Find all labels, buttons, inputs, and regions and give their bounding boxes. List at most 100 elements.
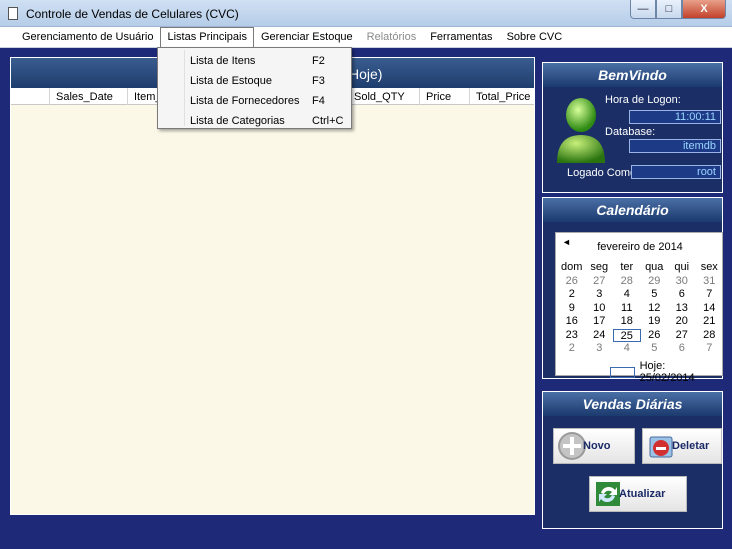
calendar-day[interactable]: 28	[613, 275, 641, 289]
logon-time-label: Hora de Logon:	[605, 94, 681, 106]
dropdown-item-shortcut: F2	[312, 55, 325, 67]
calendar-day-spacer	[723, 275, 732, 289]
daily-sales-title: Vendas Diárias	[543, 392, 722, 416]
dropdown-item-label: Lista de Estoque	[190, 75, 272, 87]
calendar-day[interactable]: 18	[613, 315, 641, 329]
calendar-day[interactable]: 5	[641, 288, 669, 302]
calendar-day[interactable]: 29	[641, 275, 669, 289]
calendar-day-spacer	[723, 329, 732, 343]
menu-user-management[interactable]: Gerenciamento de Usuário	[15, 27, 160, 47]
column-header-total-price[interactable]: Total_Price	[469, 88, 534, 105]
database-value: itemdb	[629, 139, 721, 153]
calendar-day-grid: dom seg ter qua qui sex 26 27 28 29 30 3…	[558, 261, 732, 356]
dropdown-item-shortcut: F3	[312, 75, 325, 87]
calendar-day[interactable]: 13	[668, 302, 696, 316]
calendar-day[interactable]: 21	[696, 315, 724, 329]
logon-time-value: 11:00:11	[629, 110, 721, 124]
row-header-column[interactable]	[11, 88, 49, 105]
app-icon	[8, 7, 18, 20]
menu-main-lists[interactable]: Listas Principais	[160, 27, 254, 47]
menu-manage-stock[interactable]: Gerenciar Estoque	[254, 27, 360, 47]
dropdown-item-suppliers[interactable]: Lista de Fornecedores F4	[158, 91, 351, 111]
calendar-day[interactable]: 12	[641, 302, 669, 316]
calendar-day[interactable]: 4	[613, 342, 641, 356]
calendar-day[interactable]: 14	[696, 302, 724, 316]
weekday-header: qui	[674, 261, 690, 273]
month-calendar: ◄ fevereiro de 2014 dom seg ter qua qui …	[555, 232, 724, 384]
calendar-day[interactable]: 9	[558, 302, 586, 316]
calendar-day[interactable]: 6	[668, 288, 696, 302]
calendar-day[interactable]: 16	[558, 315, 586, 329]
column-header-price[interactable]: Price	[419, 88, 469, 105]
calendar-day-spacer	[723, 342, 732, 356]
weekday-header: ter	[620, 261, 634, 273]
weekday-header-spacer	[723, 261, 732, 275]
calendar-day[interactable]: 19	[641, 315, 669, 329]
menu-about[interactable]: Sobre CVC	[500, 27, 570, 47]
calendar-day[interactable]: 31	[696, 275, 724, 289]
close-button[interactable]: X	[682, 0, 726, 19]
dropdown-item-label: Lista de Fornecedores	[190, 95, 300, 107]
delete-button-label: Deletar	[672, 440, 710, 452]
main-lists-dropdown: Lista de Itens F2 Lista de Estoque F3 Li…	[157, 47, 352, 129]
column-header-sales-date[interactable]: Sales_Date	[49, 88, 127, 105]
dropdown-item-categories[interactable]: Lista de Categorias Ctrl+C	[158, 111, 351, 131]
calendar-day[interactable]: 20	[668, 315, 696, 329]
refresh-button[interactable]: Atualizar	[589, 476, 687, 512]
calendar-day[interactable]: 30	[668, 275, 696, 289]
calendar-day[interactable]: 26	[558, 275, 586, 289]
column-header-item[interactable]: Item_	[127, 88, 162, 105]
calendar-day[interactable]: 4	[613, 288, 641, 302]
calendar-panel: Calendário ◄ fevereiro de 2014 dom seg t…	[542, 197, 724, 384]
weekday-header: qua	[645, 261, 664, 273]
calendar-day[interactable]: 7	[696, 342, 724, 356]
window-title: Controle de Vendas de Celulares (CVC)	[26, 7, 239, 21]
calendar-day-spacer	[723, 302, 732, 316]
menu-reports[interactable]: Relatórios	[360, 27, 424, 47]
calendar-today-label: Hoje: 25/02/2014	[639, 360, 695, 384]
calendar-day[interactable]: 26	[641, 329, 669, 343]
window-controls: — □ X	[630, 0, 726, 20]
calendar-day[interactable]: 28	[696, 329, 724, 343]
new-button[interactable]: Novo	[553, 428, 635, 464]
weekday-header: sex	[700, 261, 718, 273]
new-button-label: Novo	[583, 440, 611, 452]
calendar-day[interactable]: 23	[558, 329, 586, 343]
calendar-day[interactable]: 2	[558, 288, 586, 302]
dropdown-item-items[interactable]: Lista de Itens F2	[158, 51, 351, 71]
weekday-header: dom	[561, 261, 583, 273]
dropdown-item-label: Lista de Itens	[190, 55, 256, 67]
daily-sales-panel: Vendas Diárias Novo Deletar Atualizar	[542, 391, 723, 529]
logged-as-label: Logado Como:	[567, 167, 640, 179]
calendar-day[interactable]: 27	[668, 329, 696, 343]
calendar-day-today[interactable]: 25	[613, 328, 641, 342]
calendar-month-label[interactable]: fevereiro de 2014	[556, 241, 724, 253]
minimize-button[interactable]: —	[630, 0, 656, 19]
user-avatar-icon	[557, 98, 605, 163]
calendar-day[interactable]: 11	[613, 302, 641, 316]
calendar-day-spacer	[723, 288, 732, 302]
today-marker-icon	[610, 366, 635, 378]
welcome-panel: BemVindo Hora de Logon: 11:00:11 Databas…	[542, 62, 723, 193]
calendar-day[interactable]: 5	[641, 342, 669, 356]
dropdown-item-stock[interactable]: Lista de Estoque F3	[158, 71, 351, 91]
calendar-day[interactable]: 24	[586, 329, 614, 343]
calendar-today-link[interactable]: Hoje: 25/02/2014	[610, 360, 722, 384]
calendar-title: Calendário	[543, 198, 722, 222]
calendar-day[interactable]: 3	[586, 342, 614, 356]
title-bar: Controle de Vendas de Celulares (CVC) — …	[0, 0, 732, 27]
calendar-day[interactable]: 2	[558, 342, 586, 356]
column-header-sold-qty[interactable]: Sold_QTY	[347, 88, 419, 105]
calendar-day[interactable]: 27	[586, 275, 614, 289]
dropdown-item-shortcut: F4	[312, 95, 325, 107]
menu-tools[interactable]: Ferramentas	[423, 27, 499, 47]
calendar-day[interactable]: 6	[668, 342, 696, 356]
calendar-day[interactable]: 3	[586, 288, 614, 302]
calendar-day[interactable]: 17	[586, 315, 614, 329]
delete-button[interactable]: Deletar	[642, 428, 722, 464]
maximize-button[interactable]: □	[656, 0, 682, 19]
menu-bar: Gerenciamento de Usuário Listas Principa…	[0, 27, 732, 48]
grid-title: Hoje)	[349, 66, 383, 82]
calendar-day[interactable]: 7	[696, 288, 724, 302]
calendar-day[interactable]: 10	[586, 302, 614, 316]
